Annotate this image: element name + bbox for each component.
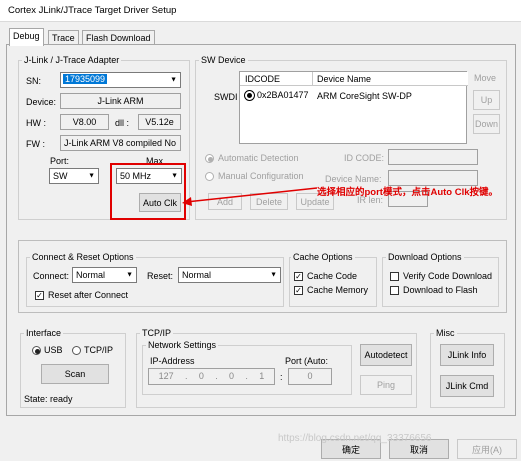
swdi-label: SWDI — [214, 92, 238, 102]
port-select[interactable]: SW ▼ — [49, 168, 99, 184]
download-to-flash-checkbox[interactable] — [390, 286, 399, 295]
ip-dot: . — [215, 371, 218, 381]
connect-value: Normal — [76, 270, 106, 280]
col-device-name: Device Name — [317, 74, 372, 84]
chevron-down-icon: ▼ — [170, 76, 177, 84]
download-options-group-label: Download Options — [386, 252, 464, 262]
ip-address-label: IP-Address — [150, 356, 195, 366]
id-code-input[interactable] — [388, 149, 478, 165]
manual-config-radio[interactable] — [205, 172, 214, 181]
port-auto-label: Port (Auto: — [285, 356, 329, 366]
sw-device-table[interactable]: IDCODE Device Name 0x2BA01477 ARM CoreSi… — [239, 71, 468, 144]
ip-address-input[interactable]: 127. 0. 0. 1 — [148, 368, 275, 385]
jlink-cmd-button[interactable]: JLink Cmd — [440, 375, 494, 397]
reset-label: Reset: — [147, 271, 174, 281]
cache-code-label: Cache Code — [307, 271, 358, 281]
download-options-group — [382, 257, 499, 307]
table-row[interactable]: 0x2BA01477 — [244, 90, 309, 102]
title-bar: Cortex JLink/JTrace Target Driver Setup — [0, 0, 521, 22]
cache-memory-label: Cache Memory — [307, 285, 369, 295]
cache-options-group-label: Cache Options — [291, 252, 355, 262]
misc-group-label: Misc — [434, 328, 457, 338]
ip-dot: . — [185, 371, 188, 381]
usb-label: USB — [44, 345, 63, 355]
verify-download-checkbox[interactable] — [390, 272, 399, 281]
tcpip-radio-label: TCP/IP — [84, 345, 114, 355]
fw-label: FW : — [26, 139, 45, 149]
move-label: Move — [474, 73, 497, 83]
hw-label: HW : — [26, 118, 46, 128]
annotation-arrow-icon — [182, 187, 318, 206]
move-down-button[interactable]: Down — [473, 114, 500, 134]
fw-value: J-Link ARM V8 compiled No — [60, 135, 181, 151]
apply-button[interactable]: 应用(A) — [457, 439, 517, 459]
sn-select[interactable]: 17935099 ▼ — [60, 72, 181, 88]
connect-label: Connect: — [33, 271, 70, 281]
device-label: Device: — [26, 97, 57, 107]
cache-options-group — [289, 257, 377, 307]
chevron-down-icon: ▼ — [270, 271, 277, 279]
chevron-down-icon: ▼ — [126, 271, 133, 279]
ip-octet: 127 — [158, 371, 174, 381]
ip-octet: 1 — [259, 371, 265, 381]
reset-select[interactable]: Normal ▼ — [178, 267, 281, 283]
chevron-down-icon: ▼ — [88, 172, 95, 180]
move-up-button[interactable]: Up — [473, 90, 500, 110]
sn-value: 17935099 — [63, 74, 108, 84]
port-label: Port: — [50, 156, 70, 166]
device-name-label: Device Name: — [325, 174, 382, 184]
row-idcode: 0x2BA01477 — [257, 90, 309, 100]
ip-octet: 0 — [198, 371, 204, 381]
ping-button[interactable]: Ping — [360, 375, 412, 395]
highlight-box — [110, 163, 186, 220]
annotation-text: 选择相应的port模式，点击Auto Clk按键。 — [317, 187, 499, 198]
hw-value: V8.00 — [60, 114, 109, 130]
row-device-name: ARM CoreSight SW-DP — [317, 91, 412, 101]
sw-device-group-label: SW Device — [199, 55, 248, 65]
auto-detection-radio[interactable] — [205, 154, 214, 163]
tab-debug[interactable]: Debug — [9, 28, 44, 46]
jlink-info-button[interactable]: JLink Info — [440, 344, 494, 366]
usb-radio[interactable] — [32, 346, 41, 355]
cache-code-checkbox[interactable]: ✓ — [294, 272, 303, 281]
download-to-flash-label: Download to Flash — [403, 285, 478, 295]
device-value: J-Link ARM — [60, 93, 181, 109]
port-value: SW — [53, 171, 68, 181]
autodetect-button[interactable]: Autodetect — [360, 344, 412, 366]
tcp-port-input[interactable]: 0 — [288, 368, 332, 385]
ip-dot: . — [245, 371, 248, 381]
scan-button[interactable]: Scan — [41, 364, 109, 384]
interface-group-label: Interface — [24, 328, 64, 338]
reset-value: Normal — [182, 270, 212, 280]
watermark-text: https://blog.csdn.net/qq_33376656 — [278, 433, 432, 444]
adapter-group-label: J-Link / J-Trace Adapter — [22, 55, 122, 65]
ip-port-separator: : — [280, 372, 283, 382]
state-text: State: ready — [24, 394, 73, 404]
tcpip-group-label: TCP/IP — [140, 328, 174, 338]
reset-after-connect-label: Reset after Connect — [48, 290, 129, 300]
col-idcode: IDCODE — [245, 74, 281, 84]
cache-memory-checkbox[interactable]: ✓ — [294, 286, 303, 295]
dll-label: dll : — [115, 118, 130, 128]
col-divider — [312, 72, 313, 86]
auto-detection-label: Automatic Detection — [218, 153, 299, 163]
sn-label: SN: — [26, 76, 42, 86]
window-title: Cortex JLink/JTrace Target Driver Setup — [8, 5, 177, 16]
tcpip-radio[interactable] — [72, 346, 81, 355]
id-code-label: ID CODE: — [344, 153, 385, 163]
dll-value: V5.12e — [138, 114, 181, 130]
network-settings-label: Network Settings — [146, 340, 219, 350]
connect-select[interactable]: Normal ▼ — [72, 267, 137, 283]
manual-config-label: Manual Configuration — [218, 171, 304, 181]
radio-selected-icon — [244, 90, 255, 102]
connect-reset-group-label: Connect & Reset Options — [30, 252, 136, 262]
verify-download-label: Verify Code Download — [403, 271, 493, 281]
ip-octet: 0 — [229, 371, 235, 381]
reset-after-connect-checkbox[interactable]: ✓ — [35, 291, 44, 300]
